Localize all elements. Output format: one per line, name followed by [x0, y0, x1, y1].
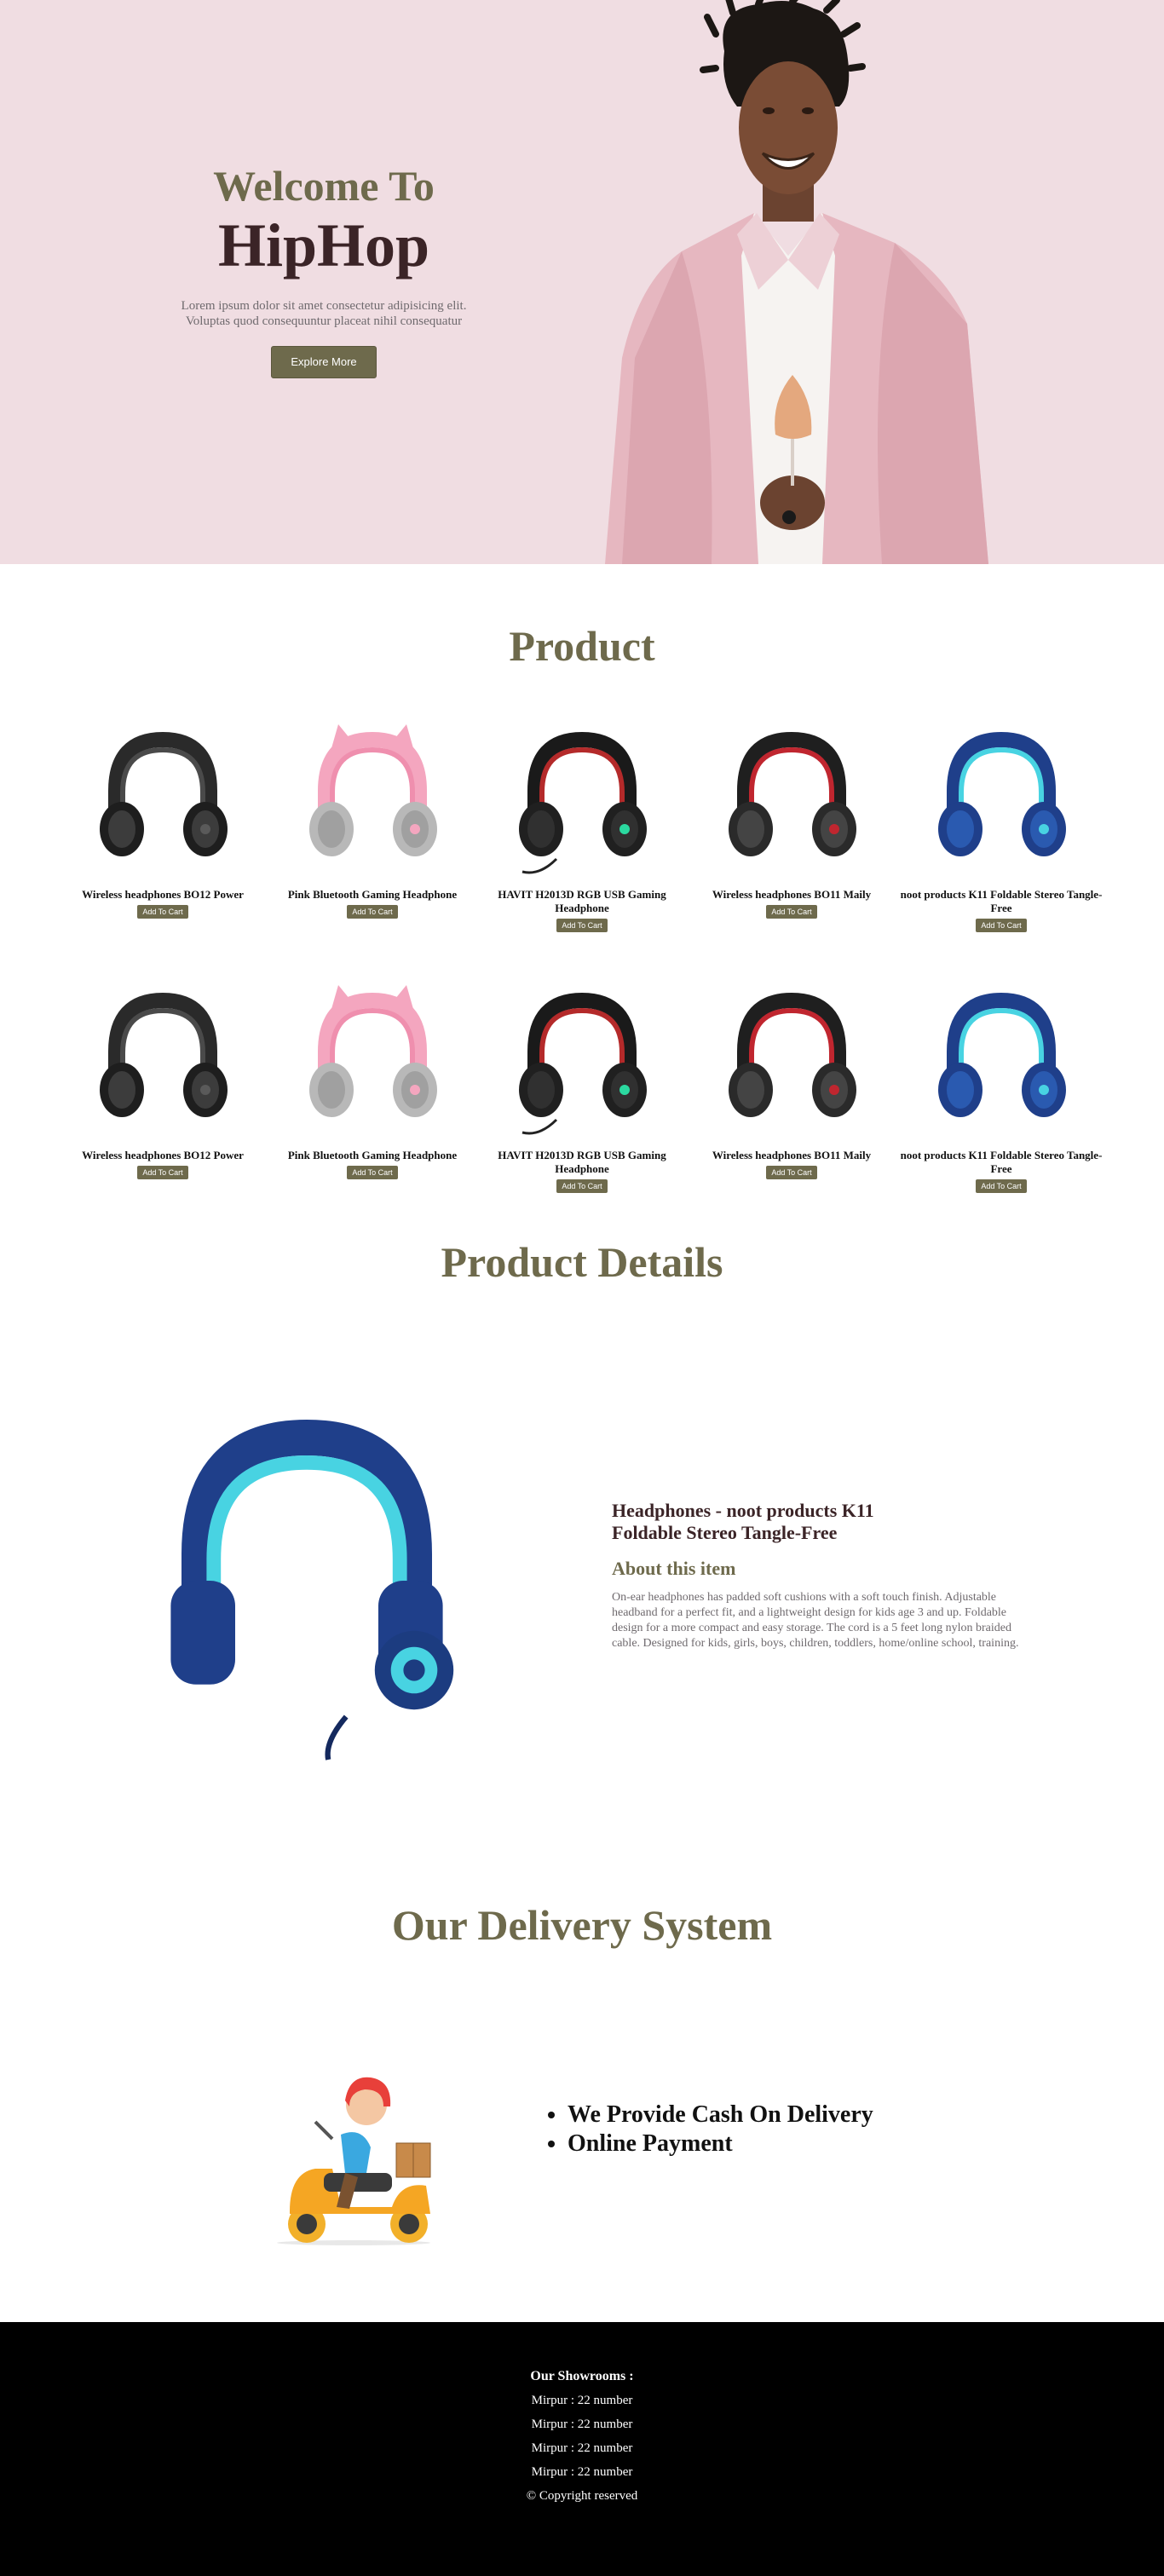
delivery-title: Our Delivery System — [391, 1901, 773, 1949]
product-card: noot products K11 Foldable Stereo Tangle… — [896, 975, 1106, 1193]
explore-more-button[interactable]: Explore More — [271, 346, 377, 378]
product-card: HAVIT H2013D RGB USB Gaming Headphone Add… — [477, 975, 687, 1193]
delivery-section: Our Delivery System We Provide Cash On D… — [0, 1883, 1164, 2322]
product-details-image — [170, 1419, 454, 1761]
hero-title: HipHop — [217, 211, 430, 279]
product-details-info: Headphones - noot products K11 Foldable … — [612, 1500, 1038, 1651]
product-name: Pink Bluetooth Gaming Headphone — [287, 1149, 458, 1161]
product-card: Wireless headphones BO12 Power Add To Car… — [58, 975, 268, 1193]
product-card: Pink Bluetooth Gaming Headphone Add To Ca… — [268, 714, 477, 932]
hero-person-image — [605, 0, 988, 564]
product-details-section: Product Details Headphones - noot produc… — [0, 1193, 1164, 1883]
footer: Our Showrooms : Mirpur : 22 number Mirpu… — [0, 2322, 1164, 2576]
product-name: HAVIT H2013D RGB USB Gaming Headphone — [498, 1149, 666, 1175]
product-details-body: Headphones - noot products K11 Foldable … — [0, 1287, 1164, 1883]
product-image — [938, 992, 1066, 1117]
hero-description: Lorem ipsum dolor sit amet consectetur a… — [153, 298, 494, 329]
product-details-name: Headphones - noot products K11 Foldable … — [612, 1500, 874, 1543]
product-image — [729, 731, 856, 856]
add-to-cart-button[interactable]: Add To Cart — [976, 919, 1027, 932]
product-name: noot products K11 Foldable Stereo Tangle… — [900, 888, 1103, 914]
product-details-description: On-ear headphones has padded soft cushio… — [612, 1591, 1019, 1650]
hero-welcome: Welcome To — [213, 162, 435, 210]
about-item-heading: About this item — [612, 1558, 736, 1579]
product-grid: Wireless headphones BO12 Power Add To Car… — [58, 714, 1106, 1193]
product-card: Wireless headphones BO11 Maily Add To Car… — [687, 975, 896, 1193]
add-to-cart-button[interactable]: Add To Cart — [137, 905, 188, 919]
product-name: Wireless headphones BO12 Power — [82, 888, 244, 901]
delivery-option: We Provide Cash On Delivery — [568, 2101, 873, 2129]
delivery-options-list: We Provide Cash On Delivery Online Payme… — [568, 2101, 873, 2158]
add-to-cart-button[interactable]: Add To Cart — [766, 1166, 817, 1179]
product-card: Wireless headphones BO12 Power Add To Car… — [58, 714, 268, 932]
product-name: Wireless headphones BO11 Maily — [712, 1149, 872, 1161]
footer-copyright: © Copyright reserved — [526, 2489, 638, 2503]
footer-showrooms-title: Our Showrooms : — [530, 2369, 634, 2383]
product-image — [519, 992, 647, 1135]
add-to-cart-button[interactable]: Add To Cart — [556, 1179, 608, 1193]
product-image — [309, 724, 437, 856]
products-section: Product Wireless headphones BO12 Power Ad… — [0, 564, 1164, 1193]
footer-showroom: Mirpur : 22 number — [531, 2465, 633, 2479]
product-name: Pink Bluetooth Gaming Headphone — [287, 888, 458, 901]
footer-showroom: Mirpur : 22 number — [531, 2418, 633, 2431]
add-to-cart-button[interactable]: Add To Cart — [347, 905, 398, 919]
product-card: Pink Bluetooth Gaming Headphone Add To Ca… — [268, 975, 477, 1193]
products-title: Product — [509, 622, 655, 670]
add-to-cart-button[interactable]: Add To Cart — [556, 919, 608, 932]
product-image — [309, 985, 437, 1117]
product-card: noot products K11 Foldable Stereo Tangle… — [896, 714, 1106, 932]
product-name: HAVIT H2013D RGB USB Gaming Headphone — [498, 888, 666, 914]
hero-description-line: Voluptas quod consequuntur placeat nihil… — [185, 314, 463, 328]
footer-showroom: Mirpur : 22 number — [531, 2441, 633, 2455]
product-image — [519, 731, 647, 874]
hero-text: Welcome To HipHop Lorem ipsum dolor sit … — [153, 162, 494, 378]
hero-description-line: Lorem ipsum dolor sit amet consectetur a… — [181, 299, 467, 313]
footer-showroom: Mirpur : 22 number — [531, 2394, 633, 2407]
hero-section: Welcome To HipHop Lorem ipsum dolor sit … — [0, 0, 1164, 564]
product-details-title: Product Details — [441, 1238, 723, 1286]
add-to-cart-button[interactable]: Add To Cart — [766, 905, 817, 919]
product-image — [100, 731, 228, 856]
add-to-cart-button[interactable]: Add To Cart — [976, 1179, 1027, 1193]
delivery-option: Online Payment — [568, 2129, 873, 2158]
add-to-cart-button[interactable]: Add To Cart — [137, 1166, 188, 1179]
product-image — [938, 731, 1066, 856]
product-card: HAVIT H2013D RGB USB Gaming Headphone Add… — [477, 714, 687, 932]
product-name: Wireless headphones BO12 Power — [82, 1149, 244, 1161]
product-image — [729, 992, 856, 1117]
product-name: noot products K11 Foldable Stereo Tangle… — [900, 1149, 1103, 1175]
add-to-cart-button[interactable]: Add To Cart — [347, 1166, 398, 1179]
product-name: Wireless headphones BO11 Maily — [712, 888, 872, 901]
product-image — [100, 992, 228, 1117]
delivery-scooter-image — [277, 2077, 431, 2245]
product-card: Wireless headphones BO11 Maily Add To Car… — [687, 714, 896, 932]
